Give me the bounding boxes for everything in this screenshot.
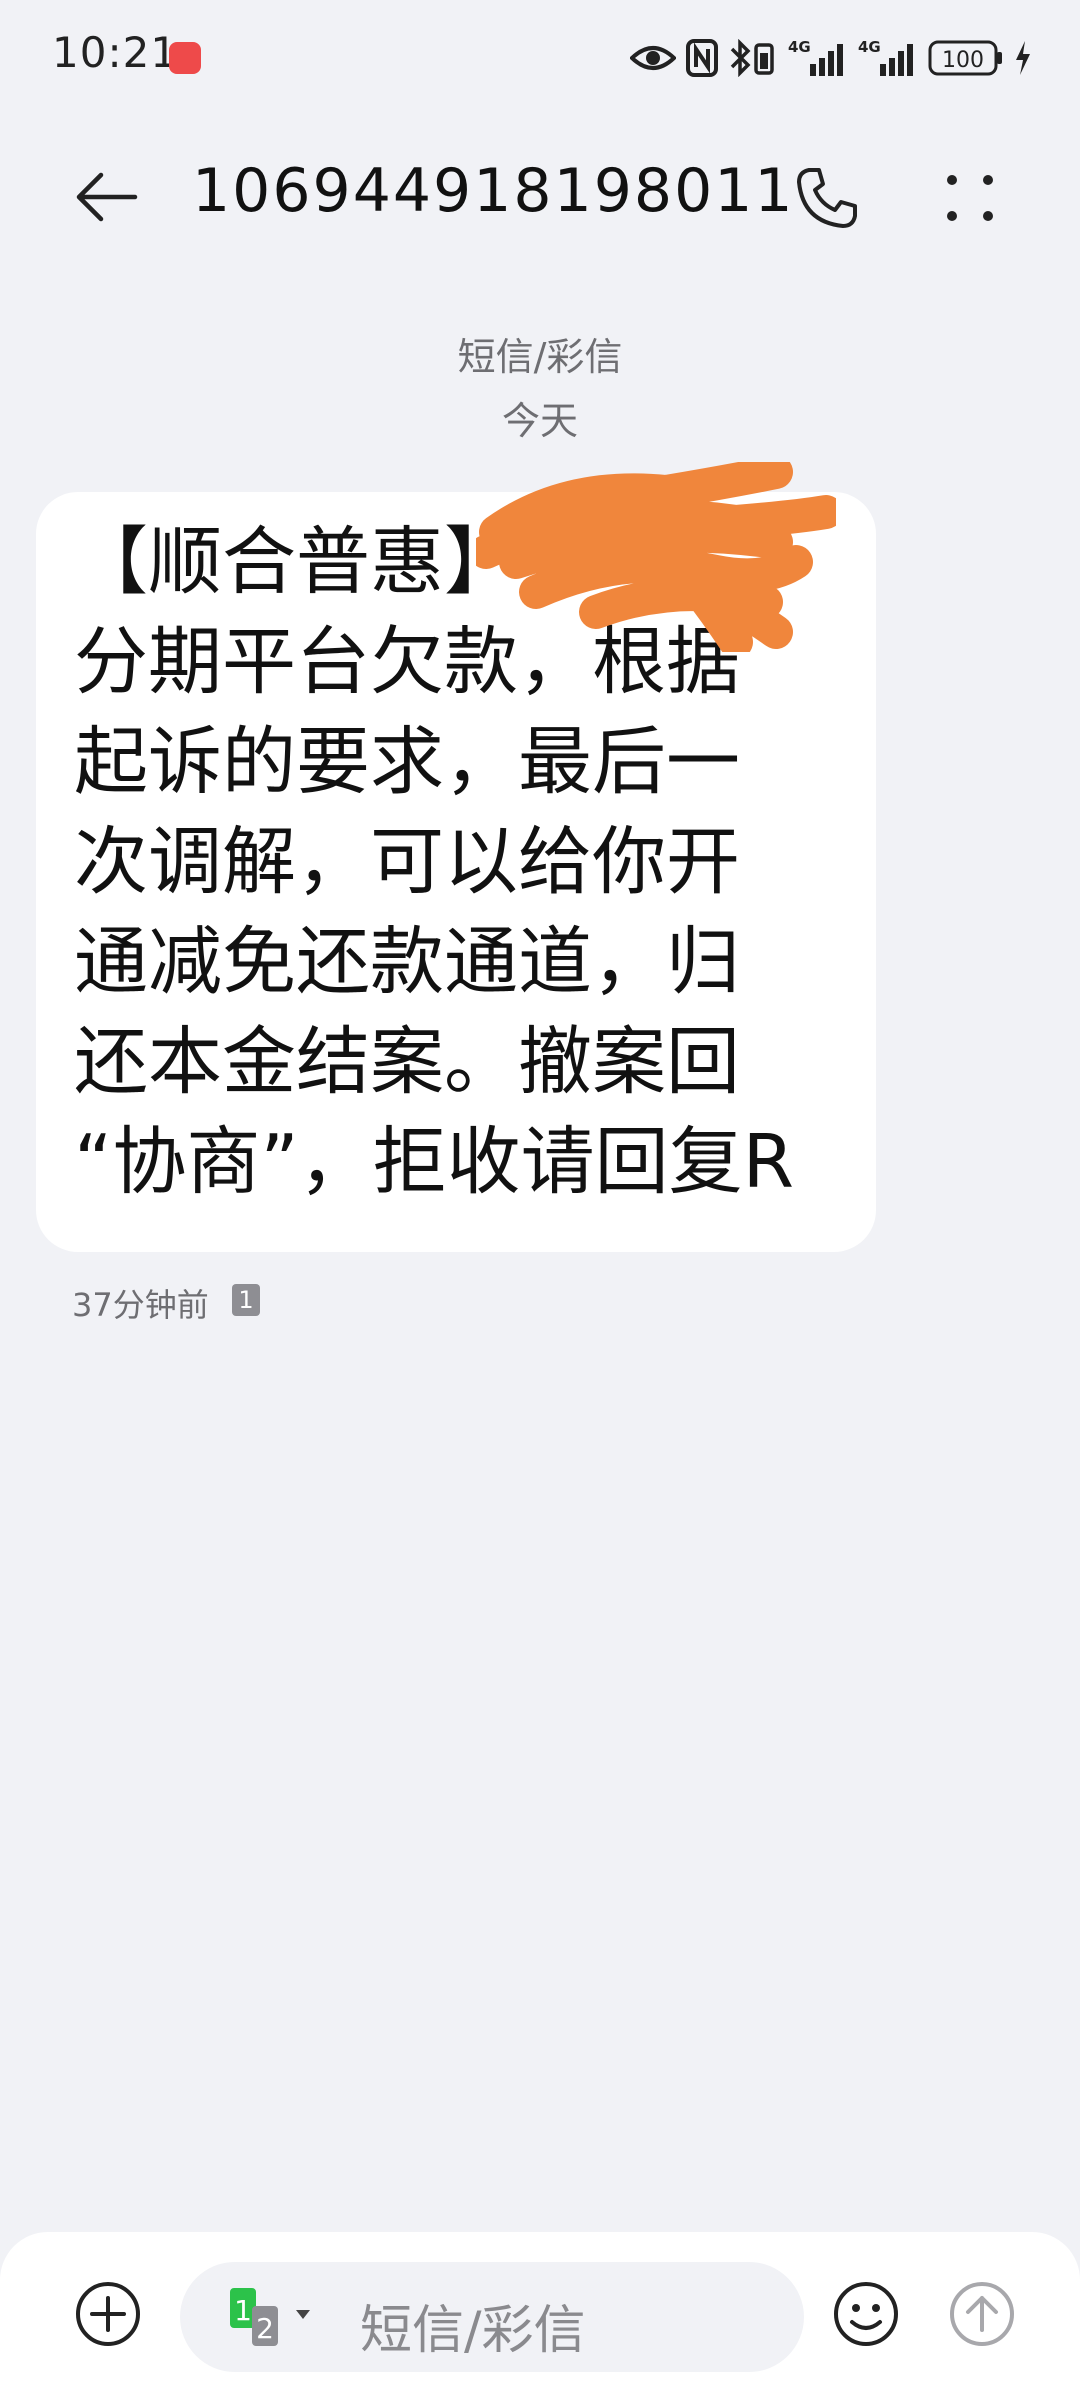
network-label-2: 4G [858, 38, 881, 56]
message-input[interactable]: 1 2 短信/彩信 [180, 2262, 804, 2372]
send-button[interactable] [942, 2274, 1022, 2354]
status-time: 10:21 [52, 28, 179, 77]
phone-icon [797, 168, 857, 228]
more-button[interactable] [930, 158, 1010, 238]
date-separator: 今天 [501, 399, 578, 443]
redaction-scribble [476, 462, 836, 652]
call-button[interactable] [782, 158, 872, 238]
add-icon [76, 2282, 140, 2346]
signal-4g-icon: 4G [858, 38, 913, 76]
emoji-icon [834, 2282, 898, 2346]
emoji-button[interactable] [826, 2274, 906, 2354]
bluetooth-battery-icon [730, 39, 774, 77]
network-label-1: 4G [788, 38, 811, 56]
status-bar: 10:21 4G 4G 100 [0, 0, 1080, 110]
battery-level: 100 [942, 48, 984, 73]
sim-select-icon[interactable]: 1 2 [226, 2286, 336, 2350]
input-placeholder: 短信/彩信 [360, 2301, 586, 2361]
back-button[interactable] [62, 162, 152, 232]
message-line: 次调解，可以给你开 [74, 819, 740, 905]
message-line: “协商”，拒收请回复R [74, 1119, 795, 1205]
add-attachment-button[interactable] [68, 2274, 148, 2354]
back-arrow-icon [76, 172, 138, 222]
send-icon [950, 2282, 1014, 2346]
app-notification-icon [169, 42, 201, 74]
contact-number: 106944918198011 [192, 156, 795, 226]
sim-secondary-label: 2 [256, 2312, 274, 2345]
nfc-icon [686, 39, 718, 77]
message-line: 起诉的要求，最后一 [74, 719, 740, 805]
battery-icon: 100 [928, 40, 1002, 76]
sim-primary-label: 1 [234, 2294, 252, 2327]
message-line: 通减免还款通道，归 [74, 919, 740, 1005]
eye-icon [630, 46, 676, 70]
signal-4g-icon: 4G [788, 38, 843, 76]
status-icons: 4G 4G 100 [630, 36, 1032, 80]
charging-icon [1016, 41, 1030, 75]
more-icon [947, 175, 993, 221]
composer-bar: 1 2 短信/彩信 [0, 2232, 1080, 2400]
message-timestamp: 37分钟前 [72, 1286, 209, 1324]
conversation-type-label: 短信/彩信 [457, 335, 623, 379]
sim-slot-badge: 1 [232, 1284, 260, 1316]
conversation-header: 106944918198011 [0, 130, 1080, 260]
message-line: 还本金结案。撤案回 [74, 1019, 740, 1105]
